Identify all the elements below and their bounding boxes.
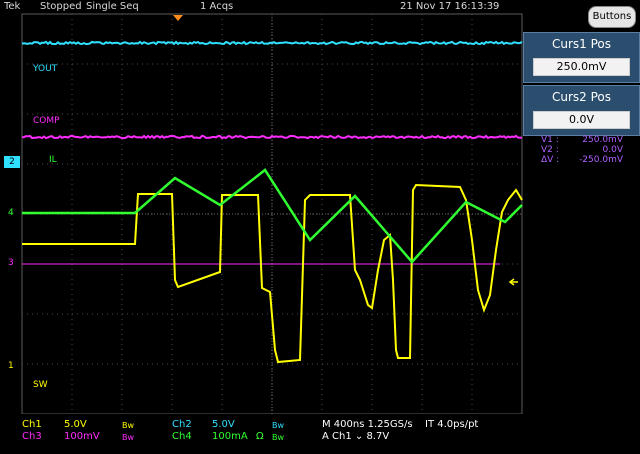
v2-value: 0.0V [571,145,623,155]
trigger-readout[interactable]: A Ch1 ⌄ 8.7V [322,431,389,442]
curs1-value[interactable]: 250.0mV [533,58,630,76]
sw-label: SW [33,380,48,390]
ch3-bw: Bw [122,433,134,442]
ch4-marker[interactable]: 4 [8,208,14,218]
ch1-name[interactable]: Ch1 [22,419,42,430]
curs1-panel[interactable]: Curs1 Pos 250.0mV [523,32,640,83]
v1-value: 250.0mV [571,135,623,145]
delta-v-label: ΔV : [541,155,559,165]
vout-label: YOUT [33,64,57,74]
ch2-scale: 5.0V [212,419,235,430]
v2-label: V2 : [541,145,559,155]
ch3-marker[interactable]: 3 [8,258,14,268]
ch2-marker[interactable]: 2 [4,156,20,168]
ch1-bw: Bw [122,421,134,430]
v1-label: V1 : [541,135,559,145]
curs2-title: Curs2 Pos [524,90,639,104]
ch2-name[interactable]: Ch2 [172,419,192,430]
interpolation-readout: IT 4.0ps/pt [425,419,478,430]
ch1-marker[interactable]: 1 [8,361,14,371]
ch2-bw: Bw [272,421,284,430]
cursor-panel: Curs1 Pos 250.0mV Curs2 Pos 0.0V V1 : 25… [523,28,640,454]
ch4-name[interactable]: Ch4 [172,431,192,442]
il-label: IL [49,155,57,165]
curs1-title: Curs1 Pos [524,37,639,51]
ohm-icon: Ω [256,431,264,442]
timebase-readout[interactable]: M 400ns 1.25GS/s [322,419,413,430]
vout-trace [22,42,522,44]
ch3-scale: 100mV [64,431,100,442]
comp-label: COMP [33,116,60,126]
ch4-bw: Bw [272,433,284,442]
ch1-scale: 5.0V [64,419,87,430]
trigger-position-icon [173,15,183,21]
trigger-level-icon [510,279,518,285]
curs2-panel[interactable]: Curs2 Pos 0.0V [523,85,640,136]
ch3-name[interactable]: Ch3 [22,431,42,442]
delta-v-value: -250.0mV [571,155,623,165]
channel-readout-bar: Ch1 5.0V Bw Ch2 5.0V Bw Ch3 100mV Bw Ch4… [0,414,640,454]
ch4-scale: 100mA [212,431,248,442]
curs2-value[interactable]: 0.0V [533,111,630,129]
